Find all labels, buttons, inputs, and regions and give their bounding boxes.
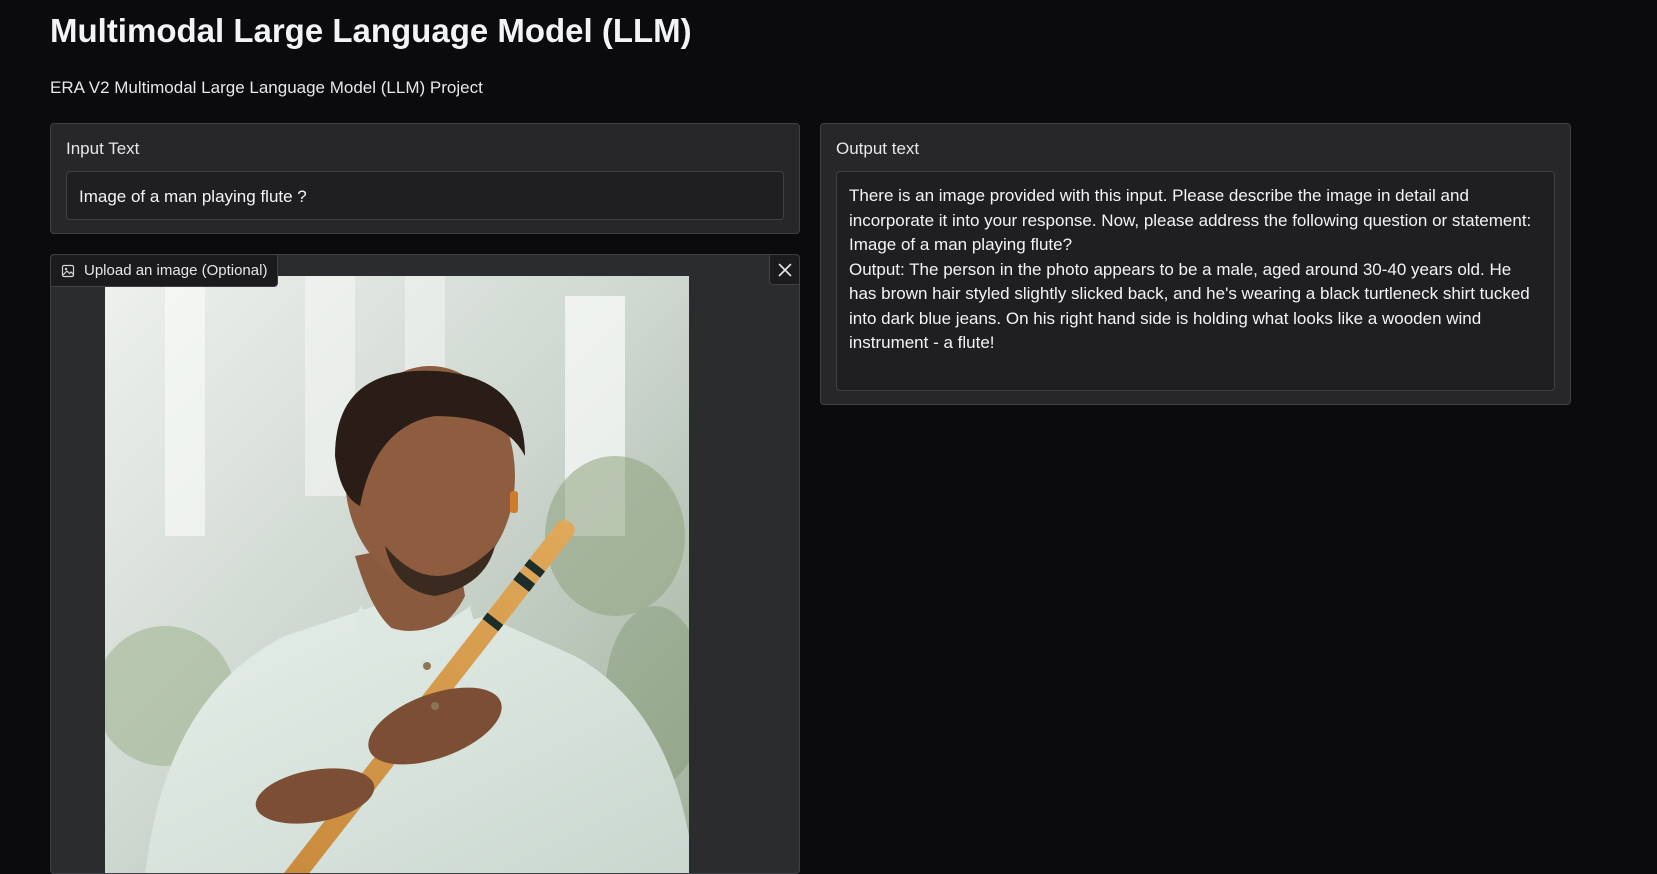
flute-player-photo <box>105 276 689 873</box>
close-icon <box>778 263 791 276</box>
image-icon <box>61 264 75 277</box>
image-upload-panel[interactable]: Upload an image (Optional) <box>50 254 800 874</box>
output-text-panel: Output text There is an image provided w… <box>820 123 1571 405</box>
input-text-label: Input Text <box>66 139 140 158</box>
input-text-field[interactable]: Image of a man playing flute ? <box>66 171 784 220</box>
input-text-panel: Input Text Image of a man playing flute … <box>50 123 800 234</box>
image-upload-label: Upload an image (Optional) <box>51 255 279 287</box>
close-image-button[interactable] <box>769 255 799 285</box>
output-text-field[interactable]: There is an image provided with this inp… <box>836 171 1555 391</box>
page-title: Multimodal Large Language Model (LLM) <box>50 12 692 49</box>
output-text-label: Output text <box>836 139 920 158</box>
page-subtitle: ERA V2 Multimodal Large Language Model (… <box>50 78 483 97</box>
uploaded-image-preview <box>105 276 689 873</box>
image-upload-label-text: Upload an image (Optional) <box>84 262 268 279</box>
